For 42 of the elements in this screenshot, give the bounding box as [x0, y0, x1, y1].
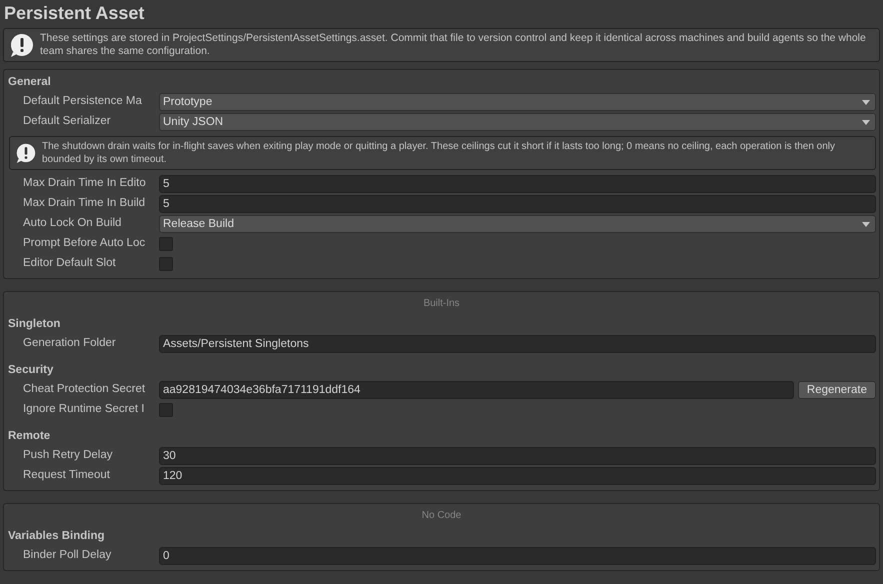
warning-icon — [16, 143, 36, 163]
field-label: Default Persistence Ma — [22, 94, 143, 110]
field-label: Max Drain Time In Edito — [22, 176, 147, 192]
caret-icon — [862, 120, 870, 124]
group-header: General — [7, 75, 52, 90]
caret-icon — [862, 222, 870, 226]
field-label: Max Drain Time In Build — [22, 196, 146, 212]
input-field[interactable]: Assets/Persistent Singletons — [159, 335, 876, 353]
section-caption: No Code — [420, 509, 462, 523]
group-header: Singleton — [7, 317, 62, 332]
field-label: Default Serializer — [22, 114, 112, 130]
field-label: Editor Default Slot — [22, 256, 117, 272]
input-field[interactable]: 5 — [159, 175, 876, 193]
input-field[interactable]: 30 — [159, 447, 876, 465]
field-label: Generation Folder — [22, 336, 117, 352]
dropdown[interactable]: Unity JSON — [159, 113, 876, 131]
field-label: Prompt Before Auto Loc — [22, 236, 146, 252]
input-field[interactable]: aa92819474034e36bfa7171191ddf164 — [159, 381, 794, 399]
group-header: Remote — [7, 429, 52, 444]
field-label: Cheat Protection Secret — [22, 382, 146, 398]
checkbox[interactable] — [159, 403, 173, 417]
input-field[interactable]: 5 — [159, 195, 876, 213]
dropdown[interactable]: Release Build — [159, 215, 876, 233]
input-field[interactable]: 0 — [159, 547, 876, 565]
checkbox[interactable] — [159, 237, 173, 251]
dropdown[interactable]: Prototype — [159, 93, 876, 111]
group-header: Security — [7, 363, 54, 378]
regenerate-button[interactable]: Regenerate — [798, 381, 876, 399]
help-text: These settings are stored in ProjectSettings/PersistentAssetSettings.asset. Commit that file to version control and keep it identical across machines and build agents so the whole team shares the same configuration. — [40, 32, 867, 58]
page-title: Persistent Asset — [3, 2, 146, 25]
field-label: Auto Lock On Build — [22, 216, 122, 232]
field-label: Ignore Runtime Secret I — [22, 402, 146, 418]
help-text: The shutdown drain waits for in-flight saves when exiting play mode or quitting a player. These ceilings cut it short if it lasts too long; 0 means no ceiling, each operation is then only bounded by its own timeout. — [42, 140, 836, 166]
caret-icon — [862, 100, 870, 104]
field-label: Binder Poll Delay — [22, 548, 112, 564]
warning-icon — [10, 33, 34, 57]
checkbox[interactable] — [159, 257, 173, 271]
field-label: Request Timeout — [22, 468, 111, 484]
field-label: Push Retry Delay — [22, 448, 114, 464]
section-caption: Built-Ins — [422, 297, 461, 311]
group-header: Variables Binding — [7, 529, 106, 544]
input-field[interactable]: 120 — [159, 467, 876, 485]
